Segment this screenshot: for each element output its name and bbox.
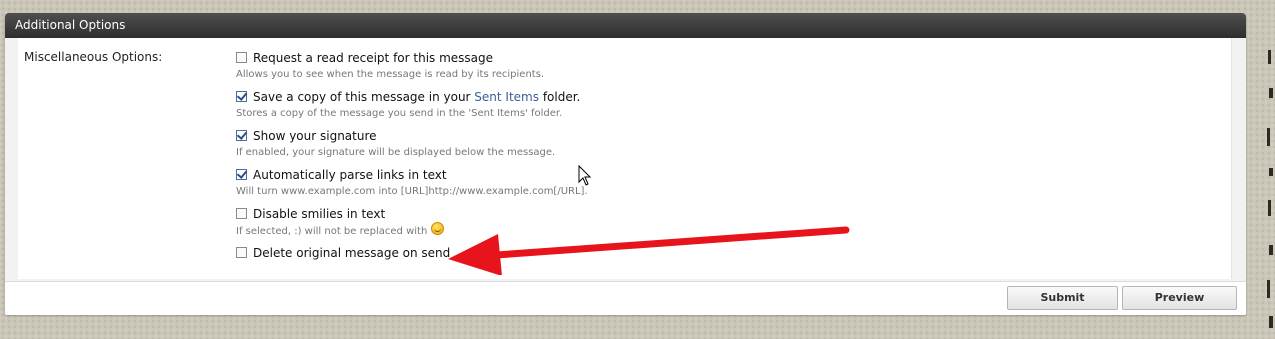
sent-items-link[interactable]: Sent Items (474, 90, 539, 104)
delete-original-checkbox[interactable] (236, 247, 247, 258)
option-save-copy: Save a copy of this message in your Sent… (236, 89, 588, 128)
option-parse-links: Automatically parse links in text Will t… (236, 167, 588, 206)
save-copy-label-start: Save a copy of this message in your (253, 89, 475, 104)
panel-title: Additional Options (5, 13, 1246, 38)
background-decoration-icon (1267, 50, 1273, 328)
button-bar: Submit Message Preview Message (5, 281, 1246, 315)
save-copy-label[interactable]: Save a copy of this message in your Sent… (253, 90, 580, 104)
parse-links-label[interactable]: Automatically parse links in text (253, 168, 447, 182)
disable-smilies-checkbox[interactable] (236, 208, 247, 219)
mouse-cursor-icon (578, 165, 592, 186)
save-copy-label-end: folder. (539, 89, 581, 104)
parse-links-checkbox[interactable] (236, 169, 247, 180)
red-annotation-arrow-icon (448, 226, 850, 275)
submit-message-button[interactable]: Submit Message (1007, 286, 1118, 315)
option-signature: Show your signature If enabled, your sig… (236, 128, 588, 167)
signature-description: If enabled, your signature will be displ… (236, 147, 556, 158)
read-receipt-label[interactable]: Request a read receipt for this message (253, 51, 493, 65)
parse-links-description: Will turn www.example.com into [URL]http… (236, 186, 588, 197)
signature-label[interactable]: Show your signature (253, 129, 377, 143)
save-copy-checkbox[interactable] (236, 91, 247, 102)
preview-message-button[interactable]: Preview Message (1122, 286, 1237, 315)
read-receipt-description: Allows you to see when the message is re… (236, 69, 545, 80)
signature-checkbox[interactable] (236, 130, 247, 141)
disable-smilies-label[interactable]: Disable smilies in text (253, 207, 385, 221)
option-read-receipt: Request a read receipt for this message … (236, 50, 588, 89)
save-copy-description: Stores a copy of the message you send in… (236, 108, 563, 119)
misc-options-label: Miscellaneous Options: (24, 50, 163, 64)
disable-smilies-description: If selected, :) will not be replaced wit… (236, 226, 428, 237)
read-receipt-checkbox[interactable] (236, 52, 247, 63)
